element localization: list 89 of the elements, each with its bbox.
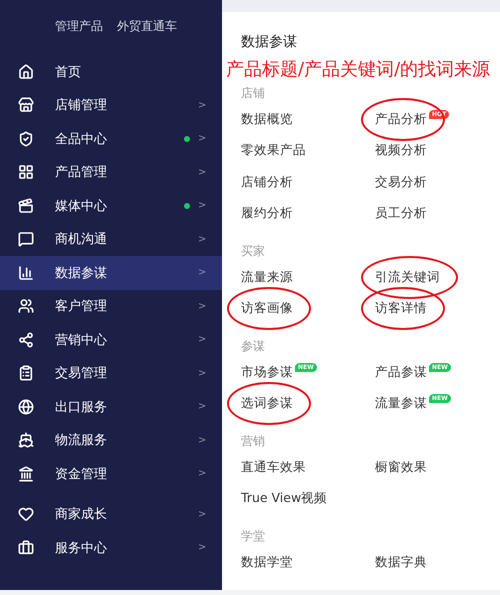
sidebar-item[interactable]: 资金管理 > xyxy=(0,457,222,490)
chevron-icon: > xyxy=(198,542,208,554)
bar-chart-icon xyxy=(18,264,34,281)
chevron-icon: > xyxy=(198,234,208,245)
menu-link[interactable]: 市场参谋 xyxy=(241,364,293,381)
menu-link[interactable]: 访客详情 xyxy=(375,300,427,318)
chevron-icon: > xyxy=(198,267,208,278)
section-heading: 学堂 xyxy=(241,528,265,546)
chevron-icon: > xyxy=(198,508,208,520)
chevron-icon: > xyxy=(198,368,208,379)
chevron-icon: > xyxy=(198,401,208,412)
sidebar-item[interactable]: 客户管理 > xyxy=(0,290,222,323)
sidebar-label: 服务中心 xyxy=(55,540,108,557)
heart-icon xyxy=(18,506,34,522)
sidebar-item[interactable]: 商机沟通 > xyxy=(0,222,222,256)
menu-link[interactable]: 履约分析 xyxy=(241,205,293,222)
section-heading: 店铺 xyxy=(241,85,265,102)
menu-link[interactable]: 店铺分析 xyxy=(241,174,293,191)
annotation-text: 产品标题/产品关键词/的找词来源 xyxy=(226,58,490,81)
chevron-icon: > xyxy=(198,133,208,144)
panel-title: 数据参谋 xyxy=(241,34,297,50)
sidebar-label: 客户管理 xyxy=(55,298,108,316)
menu-link[interactable]: 流量来源 xyxy=(241,268,293,286)
sidebar-label: 商家成长 xyxy=(55,506,108,524)
share-icon xyxy=(18,332,34,348)
video-icon xyxy=(18,198,34,214)
chat-icon xyxy=(18,231,34,248)
menu-link[interactable]: 视频分析 xyxy=(375,142,427,160)
chevron-icon: > xyxy=(198,334,208,346)
menu-link[interactable]: 数据概览 xyxy=(241,110,293,128)
sidebar-item[interactable]: 出口服务 > xyxy=(0,390,222,424)
menu-link[interactable]: True View视频 xyxy=(241,490,328,508)
clipboard-icon xyxy=(18,365,34,382)
sidebar-label: 交易管理 xyxy=(55,365,108,382)
menu-link[interactable]: 零效果产品 xyxy=(241,142,306,160)
briefcase-icon xyxy=(18,540,34,556)
sidebar-item[interactable]: 店铺管理 > xyxy=(0,88,222,122)
chevron-icon: > xyxy=(198,300,208,312)
globe-icon xyxy=(18,398,34,415)
menu-link[interactable]: 引流关键词 xyxy=(375,268,440,286)
chevron-icon: > xyxy=(198,200,208,212)
menu-link[interactable]: 访客画像 xyxy=(241,300,293,318)
sidebar-label: 出口服务 xyxy=(55,398,108,416)
chevron-icon: > xyxy=(198,166,208,178)
sidebar-label: 商机沟通 xyxy=(55,231,108,248)
shield-icon xyxy=(18,130,34,147)
sidebar-label: 资金管理 xyxy=(55,466,108,483)
sidebar-label: 首页 xyxy=(55,64,82,81)
menu-link[interactable]: 产品分析 xyxy=(375,110,427,128)
sidebar-label: 营销中心 xyxy=(55,332,108,349)
sidebar-item[interactable]: 媒体中心 > xyxy=(0,189,222,222)
sidebar-item[interactable]: 物流服务 > xyxy=(0,424,222,457)
sidebar-item[interactable]: 营销中心 > xyxy=(0,323,222,356)
store-icon xyxy=(18,97,34,114)
sidebar-item[interactable]: 交易管理 > xyxy=(0,356,222,390)
section-heading: 买家 xyxy=(241,243,265,260)
sidebar-item[interactable]: 产品管理 > xyxy=(0,156,222,189)
menu-link[interactable]: 员工分析 xyxy=(375,205,427,222)
sidebar-item[interactable]: 数据参谋 > xyxy=(0,256,222,290)
sidebar-label: 产品管理 xyxy=(55,164,108,182)
menu-link[interactable]: 橱窗效果 xyxy=(375,458,427,476)
sidebar-label: 全品中心 xyxy=(55,130,108,148)
top-link[interactable]: 外贸直通车 xyxy=(117,18,177,34)
users-icon xyxy=(18,298,34,314)
chevron-icon: > xyxy=(198,434,208,446)
menu-link[interactable]: 直通车效果 xyxy=(241,458,306,476)
chevron-icon: > xyxy=(198,100,208,111)
top-link[interactable]: 管理产品 xyxy=(55,18,103,34)
sidebar-label: 物流服务 xyxy=(55,432,108,450)
home-icon xyxy=(18,64,34,80)
sidebar-label: 媒体中心 xyxy=(55,198,108,215)
menu-link[interactable]: 流量参谋 xyxy=(375,395,427,412)
section-heading: 营销 xyxy=(241,433,265,450)
menu-link[interactable]: 数据学堂 xyxy=(241,554,293,571)
menu-link[interactable]: 数据字典 xyxy=(375,554,427,571)
sidebar-item[interactable]: 服务中心 > xyxy=(0,531,222,564)
menu-link[interactable]: 产品参谋 xyxy=(375,364,427,381)
sidebar-label: 店铺管理 xyxy=(55,97,108,114)
menu-link[interactable]: 交易分析 xyxy=(375,174,427,191)
bank-icon xyxy=(18,466,34,482)
section-heading: 参谋 xyxy=(241,338,265,356)
chevron-icon: > xyxy=(198,468,208,480)
sidebar-item[interactable]: 首页 xyxy=(0,55,222,88)
ship-icon xyxy=(18,432,34,448)
grid-icon xyxy=(18,164,34,180)
sidebar-label: 数据参谋 xyxy=(55,264,108,282)
sidebar-item[interactable]: 商家成长 > xyxy=(0,498,222,531)
sidebar-item[interactable]: 全品中心 > xyxy=(0,122,222,156)
menu-link[interactable]: 选词参谋 xyxy=(241,395,293,412)
